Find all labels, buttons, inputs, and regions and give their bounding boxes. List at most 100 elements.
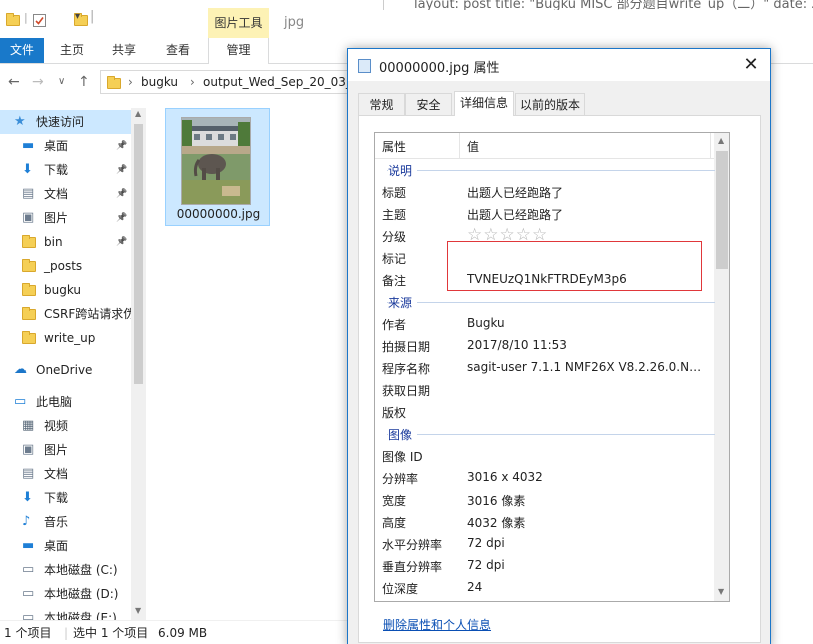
- star-icon[interactable]: ☆: [532, 225, 548, 245]
- tab-share[interactable]: 共享: [102, 38, 146, 63]
- scroll-down-arrow-icon[interactable]: ▼: [135, 606, 141, 615]
- sidebar-item[interactable]: ▬ 桌面: [0, 534, 131, 558]
- file-item[interactable]: 00000000.jpg: [165, 108, 270, 226]
- star-icon[interactable]: ☆: [467, 225, 483, 245]
- rating-stars[interactable]: ☆☆☆☆☆: [467, 225, 548, 245]
- close-icon[interactable]: ✕: [736, 53, 766, 77]
- sidebar-item[interactable]: ▭ 此电脑: [0, 390, 131, 414]
- drive-icon: ▭: [22, 562, 35, 577]
- property-row[interactable]: 分辨率 3016 x 4032: [375, 467, 715, 489]
- column-divider[interactable]: [459, 133, 460, 159]
- breadcrumb-output-folder[interactable]: output_Wed_Sep_20_03_1: [203, 75, 360, 89]
- breadcrumb-separator-icon[interactable]: ›: [128, 75, 133, 89]
- tab-security[interactable]: 安全: [405, 93, 452, 115]
- sidebar-item[interactable]: ▭ 本地磁盘 (E:): [0, 606, 131, 620]
- scroll-up-arrow-icon[interactable]: ▲: [135, 109, 141, 118]
- property-name: 图像 ID: [382, 450, 423, 464]
- scroll-down-arrow-icon[interactable]: ▼: [718, 587, 724, 596]
- tab-general[interactable]: 常规: [358, 93, 405, 115]
- scrollbar-thumb[interactable]: [134, 124, 143, 384]
- sidebar-item[interactable]: ♪ 音乐: [0, 510, 131, 534]
- section-header: 说明: [375, 159, 715, 181]
- breadcrumb-separator-icon[interactable]: ›: [190, 75, 195, 89]
- sidebar-item[interactable]: ▭ 本地磁盘 (C:): [0, 558, 131, 582]
- dialog-titlebar[interactable]: 00000000.jpg 属性 ✕: [348, 49, 770, 81]
- property-row[interactable]: 图像 ID: [375, 445, 715, 467]
- scrollbar-thumb[interactable]: [716, 151, 728, 269]
- properties-check-icon[interactable]: [33, 14, 46, 27]
- elephant-photo-thumbnail: [182, 118, 250, 204]
- scroll-up-arrow-icon[interactable]: ▲: [718, 136, 724, 145]
- tab-details[interactable]: 详细信息: [454, 91, 514, 116]
- property-row[interactable]: 高度 4032 像素: [375, 511, 715, 533]
- section-divider: [387, 170, 715, 171]
- sidebar-item-label: bugku: [44, 283, 82, 297]
- up-arrow-icon[interactable]: ↑: [78, 74, 90, 90]
- property-row[interactable]: 程序名称 sagit-user 7.1.1 NMF26X V8.2.26.0.NC…: [375, 357, 715, 379]
- quick-access-dropdown-icon[interactable]: ▾: [75, 11, 89, 25]
- sidebar-item-label: 本地磁盘 (C:): [44, 563, 118, 577]
- recent-locations-icon[interactable]: ∨: [58, 76, 65, 87]
- column-header-property[interactable]: 属性: [382, 138, 406, 155]
- property-row[interactable]: 作者 Bugku: [375, 313, 715, 335]
- star-icon[interactable]: ☆: [516, 225, 532, 245]
- sidebar-item[interactable]: ☁ OneDrive: [0, 358, 131, 382]
- property-list-scrollbar[interactable]: ▲ ▼: [714, 133, 729, 601]
- sidebar-item[interactable]: bin 📌: [0, 230, 131, 254]
- property-row[interactable]: 拍摄日期 2017/8/10 11:53: [375, 335, 715, 357]
- tab-file[interactable]: 文件: [0, 38, 44, 63]
- sidebar-item[interactable]: write_up: [0, 326, 131, 350]
- property-row[interactable]: 标题 出题人已经跑路了: [375, 181, 715, 203]
- sidebar-item[interactable]: ▣ 图片 📌: [0, 206, 131, 230]
- star-icon[interactable]: ☆: [483, 225, 499, 245]
- sidebar-item[interactable]: ▣ 图片: [0, 438, 131, 462]
- back-arrow-icon[interactable]: ←: [8, 74, 20, 90]
- sidebar-item[interactable]: ⬇ 下载: [0, 486, 131, 510]
- tab-view[interactable]: 查看: [156, 38, 200, 63]
- property-row[interactable]: 宽度 3016 像素: [375, 489, 715, 511]
- folder-icon: [22, 235, 36, 248]
- sidebar-item[interactable]: CSRF跨站请求伪: [0, 302, 131, 326]
- background-editor-snippet: layout: post title: "Bugku MISC 部分题目writ…: [383, 0, 813, 10]
- property-list[interactable]: 属性 值 ▲ ▼ 说明 标题 出题人已经跑路了 主题 出题人已经跑路了 分级 ☆☆☆☆☆ 标记…: [374, 132, 730, 602]
- sidebar-item[interactable]: ▤ 文档 📌: [0, 182, 131, 206]
- tab-previous-versions[interactable]: 以前的版本: [515, 93, 585, 115]
- picture-icon: ▣: [22, 442, 35, 457]
- image-thumbnail: [181, 117, 251, 205]
- sidebar-item[interactable]: ▬ 桌面 📌: [0, 134, 131, 158]
- sidebar-item[interactable]: ★ 快速访问: [0, 110, 131, 134]
- tab-manage[interactable]: 管理: [208, 38, 269, 64]
- tab-home[interactable]: 主页: [50, 38, 94, 63]
- property-name: 位深度: [382, 582, 419, 596]
- drive-icon: ▭: [22, 610, 35, 620]
- column-header-value[interactable]: 值: [467, 138, 479, 155]
- star-icon[interactable]: ☆: [500, 225, 516, 245]
- property-name: 宽度: [382, 494, 407, 508]
- sidebar-item[interactable]: ▦ 视频: [0, 414, 131, 438]
- property-value: sagit-user 7.1.1 NMF26X V8.2.26.0.NC...: [467, 360, 707, 374]
- sidebar-item[interactable]: ⬇ 下载 📌: [0, 158, 131, 182]
- navigation-pane-scrollbar[interactable]: ▲ ▼: [131, 108, 146, 620]
- sidebar-item-label: 本地磁盘 (E:): [44, 611, 117, 620]
- property-row[interactable]: 版权: [375, 401, 715, 423]
- sidebar-item-label: _posts: [44, 259, 83, 273]
- breadcrumb-bugku[interactable]: bugku: [141, 75, 178, 89]
- remove-properties-link[interactable]: 删除属性和个人信息: [383, 616, 491, 633]
- property-row[interactable]: 标记: [375, 247, 715, 269]
- property-row[interactable]: 主题 出题人已经跑路了: [375, 203, 715, 225]
- property-row[interactable]: 备注 TVNEUzQ1NkFTRDEyM3p6: [375, 269, 715, 291]
- column-divider[interactable]: [710, 133, 711, 159]
- property-row[interactable]: 位深度 24: [375, 577, 715, 599]
- property-row[interactable]: 垂直分辨率 72 dpi: [375, 555, 715, 577]
- forward-arrow-icon[interactable]: →: [32, 74, 44, 90]
- picture-icon: ▣: [22, 210, 35, 225]
- property-row[interactable]: 获取日期: [375, 379, 715, 401]
- property-row[interactable]: 水平分辨率 72 dpi: [375, 533, 715, 555]
- sidebar-item[interactable]: ▭ 本地磁盘 (D:): [0, 582, 131, 606]
- property-row[interactable]: 分级 ☆☆☆☆☆: [375, 225, 715, 247]
- sidebar-item[interactable]: ▤ 文档: [0, 462, 131, 486]
- folder-icon: [22, 259, 36, 272]
- drive-icon: ▭: [22, 586, 35, 601]
- sidebar-item[interactable]: _posts: [0, 254, 131, 278]
- sidebar-item[interactable]: bugku: [0, 278, 131, 302]
